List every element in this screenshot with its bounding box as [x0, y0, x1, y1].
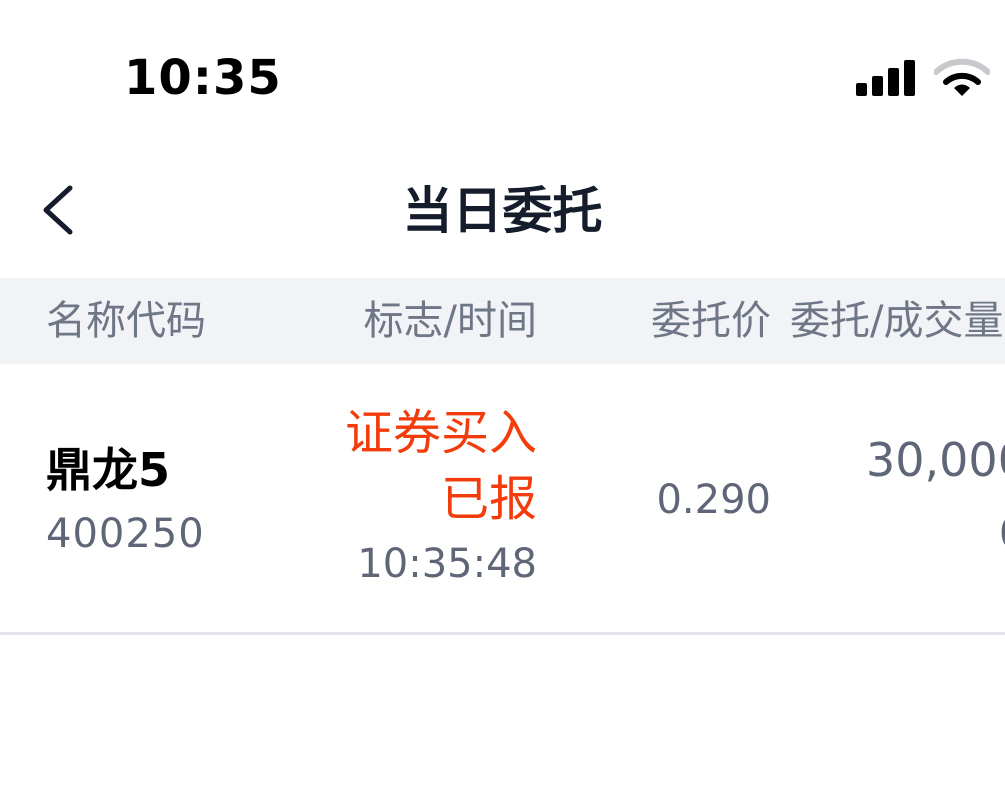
page-title-text: 当日委托: [402, 182, 603, 240]
order-time: 10:35:48: [357, 541, 537, 587]
wifi-icon: [934, 58, 990, 96]
header-order-price: 委托价: [651, 298, 771, 344]
stock-code: 400250: [46, 511, 205, 557]
header-order-filled-qty: 委托/成交量: [790, 298, 1004, 344]
stock-name: 鼎龙5: [46, 443, 171, 497]
status-time: 10:35: [124, 50, 282, 106]
row-divider: [0, 632, 1005, 635]
order-price: 0.290: [656, 477, 771, 523]
flag-time-cell: 证券买入 已报 10:35:48: [345, 400, 537, 596]
filled-quantity: 0: [999, 510, 1005, 558]
header-name-code: 名称代码: [46, 298, 206, 344]
header-flag-time: 标志/时间: [363, 298, 537, 344]
order-qty-cell: 30,000: [866, 432, 1005, 488]
table-header: 名称代码 标志/时间 委托价 委托/成交量: [0, 278, 1005, 364]
screen: 10:35 当日委托 名称代码 标志/时间 委托价 委托/成交量 鼎龙5 400…: [0, 0, 1005, 795]
page-title: 当日委托: [0, 182, 1005, 240]
cellular-signal-icon: [856, 60, 916, 96]
order-status-flag: 已报: [440, 471, 537, 527]
order-quantity: 30,000: [866, 433, 1005, 487]
order-type-flag: 证券买入: [344, 405, 537, 461]
table-row[interactable]: 鼎龙5 400250 证券买入 已报 10:35:48 0.290 30,000…: [0, 364, 1005, 634]
